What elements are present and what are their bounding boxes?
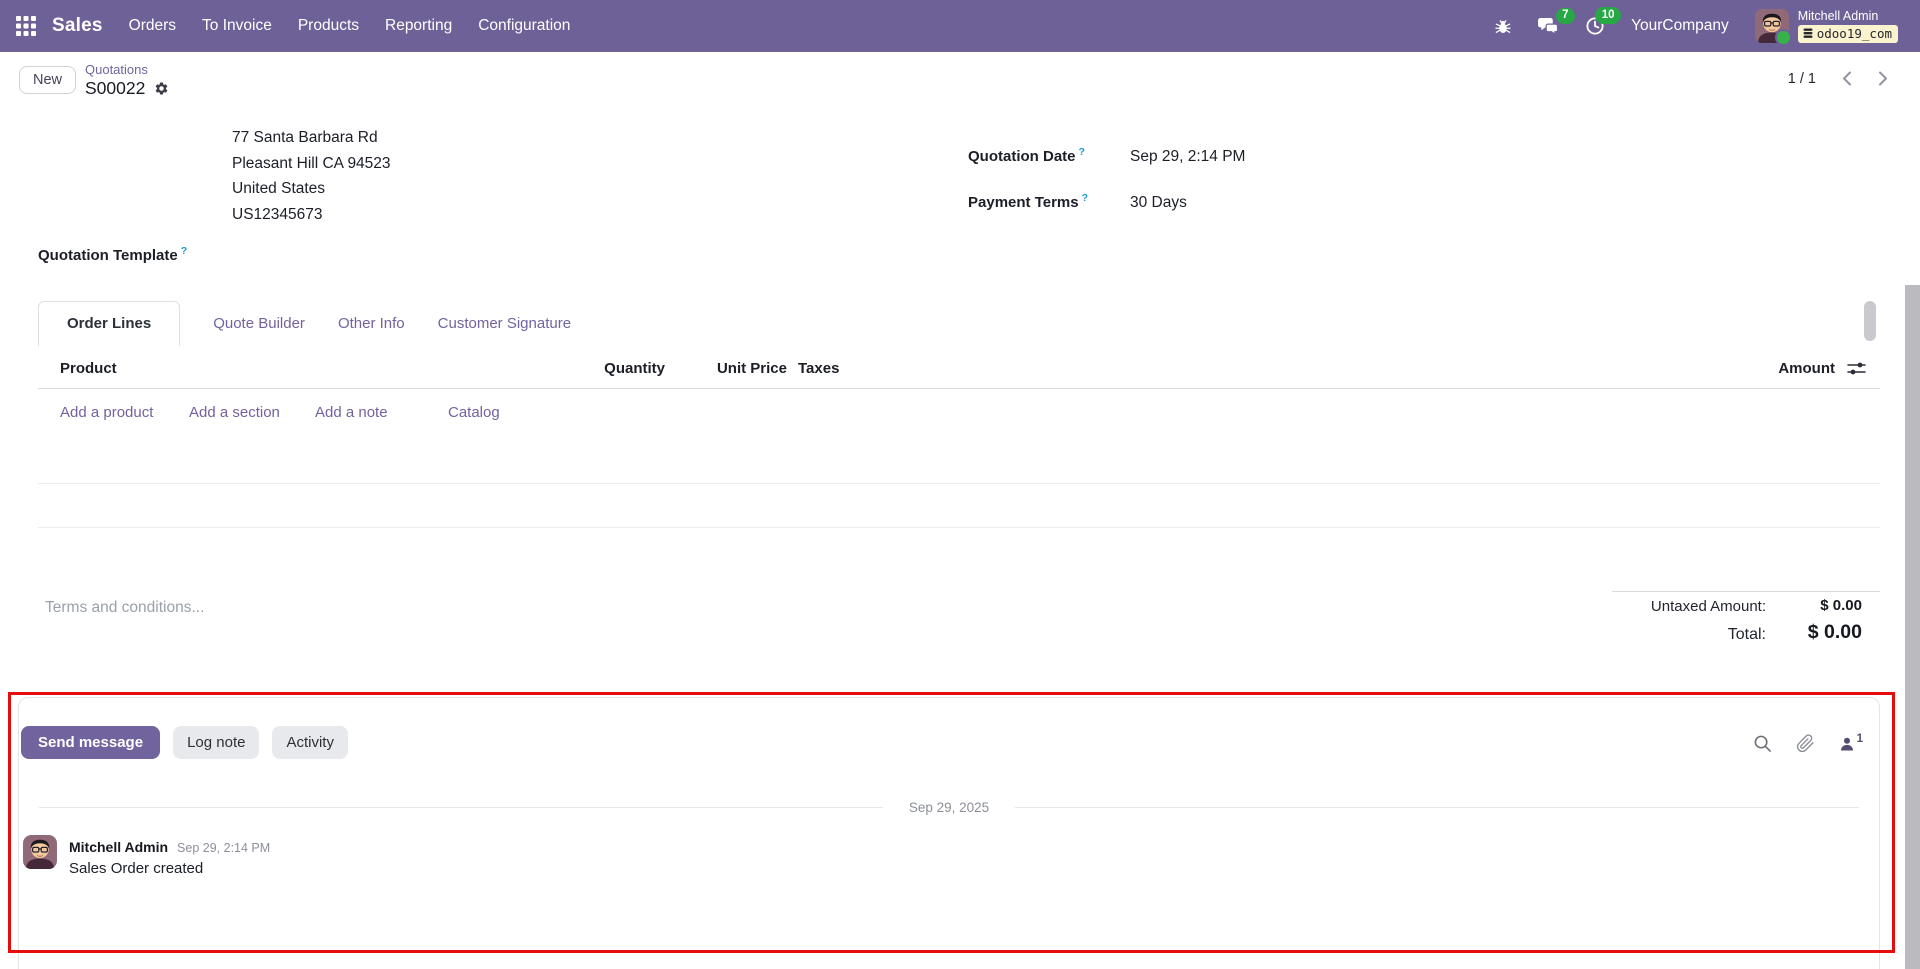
menu-reporting[interactable]: Reporting xyxy=(385,17,452,35)
attach-files-icon[interactable] xyxy=(1796,734,1815,753)
divider-line xyxy=(39,807,883,808)
avatar-image xyxy=(23,835,57,869)
column-header-quantity: Quantity xyxy=(604,360,665,377)
address-line-vat: US12345673 xyxy=(232,205,323,223)
untaxed-amount-value: $ 0.00 xyxy=(1820,597,1862,614)
top-navbar: Sales Orders To Invoice Products Reporti… xyxy=(0,0,1920,52)
column-header-unit-price: Unit Price xyxy=(716,360,787,377)
quotation-date-value[interactable]: Sep 29, 2:14 PM xyxy=(1130,148,1245,166)
address-line-city: Pleasant Hill CA 94523 xyxy=(232,154,391,172)
table-row-divider xyxy=(38,483,1880,484)
bug-icon-svg xyxy=(1495,20,1511,34)
pager-count: 1 / 1 xyxy=(1787,70,1816,87)
apps-grid-icon[interactable] xyxy=(15,15,37,37)
add-a-section-link[interactable]: Add a section xyxy=(189,404,280,421)
navbar-left: Sales Orders To Invoice Products Reporti… xyxy=(0,15,570,37)
online-status-dot xyxy=(1774,28,1792,46)
user-menu[interactable]: Mitchell Admin odoo19_com xyxy=(1754,8,1898,46)
search-messages-icon[interactable] xyxy=(1753,734,1772,753)
catalog-link[interactable]: Catalog xyxy=(448,404,500,421)
quotation-template-label: Quotation Template? xyxy=(38,245,188,264)
payment-terms-value[interactable]: 30 Days xyxy=(1130,194,1187,212)
menu-configuration[interactable]: Configuration xyxy=(478,17,570,35)
message-header: Mitchell Admin Sep 29, 2:14 PM xyxy=(69,839,270,855)
table-header-divider xyxy=(38,388,1880,389)
untaxed-amount-label: Untaxed Amount: xyxy=(1650,598,1766,615)
record-name: S00022 xyxy=(85,78,146,98)
divider-date: Sep 29, 2025 xyxy=(908,800,990,815)
message-timestamp: Sep 29, 2:14 PM xyxy=(177,841,271,855)
help-icon: ? xyxy=(1081,192,1089,204)
database-icon xyxy=(1803,28,1813,39)
pager: 1 / 1 xyxy=(1788,70,1890,87)
tab-other-info[interactable]: Other Info xyxy=(338,302,405,346)
database-name: odoo19_com xyxy=(1816,26,1892,42)
add-a-product-link[interactable]: Add a product xyxy=(60,404,153,421)
pager-next-icon[interactable] xyxy=(1877,70,1890,87)
log-note-button[interactable]: Log note xyxy=(173,726,260,759)
notebook-tabs: Order Lines Quote Builder Other Info Cus… xyxy=(38,297,571,346)
followers-count: 1 xyxy=(1856,732,1863,745)
send-message-button[interactable]: Send message xyxy=(21,726,161,759)
tab-quote-builder[interactable]: Quote Builder xyxy=(213,302,305,346)
customer-address-field[interactable]: 77 Santa Barbara Rd Pleasant Hill CA 945… xyxy=(232,125,391,227)
menu-products[interactable]: Products xyxy=(298,17,359,35)
total-label: Total: xyxy=(1727,626,1766,643)
debug-bug-icon[interactable] xyxy=(1494,17,1512,35)
breadcrumb-quotations-link[interactable]: Quotations xyxy=(85,63,169,76)
date-divider: Sep 29, 2025 xyxy=(39,800,1860,815)
gear-icon-svg xyxy=(156,82,168,95)
help-icon: ? xyxy=(1078,146,1085,158)
payment-terms-label: Payment Terms? xyxy=(968,192,1089,211)
message-author-avatar xyxy=(23,835,57,869)
help-icon: ? xyxy=(180,245,188,257)
tab-order-lines[interactable]: Order Lines xyxy=(38,301,181,346)
odoo-sales-quotation-screen: Sales Orders To Invoice Products Reporti… xyxy=(0,0,1920,969)
column-header-taxes: Taxes xyxy=(798,360,840,377)
user-avatar xyxy=(1754,8,1792,46)
gear-icon[interactable] xyxy=(154,81,169,96)
chatter-composer-buttons: Send message Log note Activity xyxy=(21,726,348,759)
followers-icon[interactable]: 1 xyxy=(1839,732,1863,752)
add-a-note-link[interactable]: Add a note xyxy=(315,404,388,421)
messages-count-badge: 7 xyxy=(1555,7,1576,25)
navbar-right: 7 10 YourCompany Mitchell Admin odoo19_c… xyxy=(1494,7,1920,46)
company-switcher[interactable]: YourCompany xyxy=(1631,17,1729,35)
totals-divider xyxy=(1612,591,1880,592)
quotation-date-label: Quotation Date? xyxy=(968,146,1085,165)
user-info: Mitchell Admin odoo19_com xyxy=(1797,8,1898,44)
column-header-amount: Amount xyxy=(1778,360,1835,377)
user-name: Mitchell Admin xyxy=(1797,8,1879,23)
apps-grid-icon-svg xyxy=(16,16,36,36)
address-line-street: 77 Santa Barbara Rd xyxy=(232,129,378,146)
table-row-divider xyxy=(38,527,1880,528)
activity-button[interactable]: Activity xyxy=(272,726,348,759)
notebook-scrollbar-thumb[interactable] xyxy=(1864,301,1876,341)
activities-clock-icon[interactable]: 10 xyxy=(1585,7,1622,36)
breadcrumb: Quotations S00022 xyxy=(85,63,169,98)
app-name-sales[interactable]: Sales xyxy=(52,15,103,37)
page-scrollbar[interactable] xyxy=(1905,285,1920,969)
tab-customer-signature[interactable]: Customer Signature xyxy=(438,302,571,346)
database-badge: odoo19_com xyxy=(1797,25,1898,44)
message-author: Mitchell Admin xyxy=(69,839,169,855)
chatter-tools: 1 xyxy=(1753,732,1863,753)
chatter-panel: Send message Log note Activity 1 Sep 29,… xyxy=(18,697,1880,969)
menu-to-invoice[interactable]: To Invoice xyxy=(202,17,272,35)
message-body: Sales Order created xyxy=(69,860,204,877)
address-line-country: United States xyxy=(232,180,326,197)
total-value: $ 0.00 xyxy=(1807,621,1862,643)
divider-line xyxy=(1015,807,1860,808)
messages-icon[interactable]: 7 xyxy=(1538,7,1576,36)
menu-orders[interactable]: Orders xyxy=(129,17,176,35)
terms-and-conditions-placeholder[interactable]: Terms and conditions... xyxy=(45,599,204,617)
activities-count-badge: 10 xyxy=(1595,7,1622,24)
column-header-product: Product xyxy=(60,360,117,377)
optional-columns-icon[interactable] xyxy=(1847,361,1866,376)
new-button[interactable]: New xyxy=(19,66,77,94)
pager-previous-icon[interactable] xyxy=(1840,70,1853,87)
